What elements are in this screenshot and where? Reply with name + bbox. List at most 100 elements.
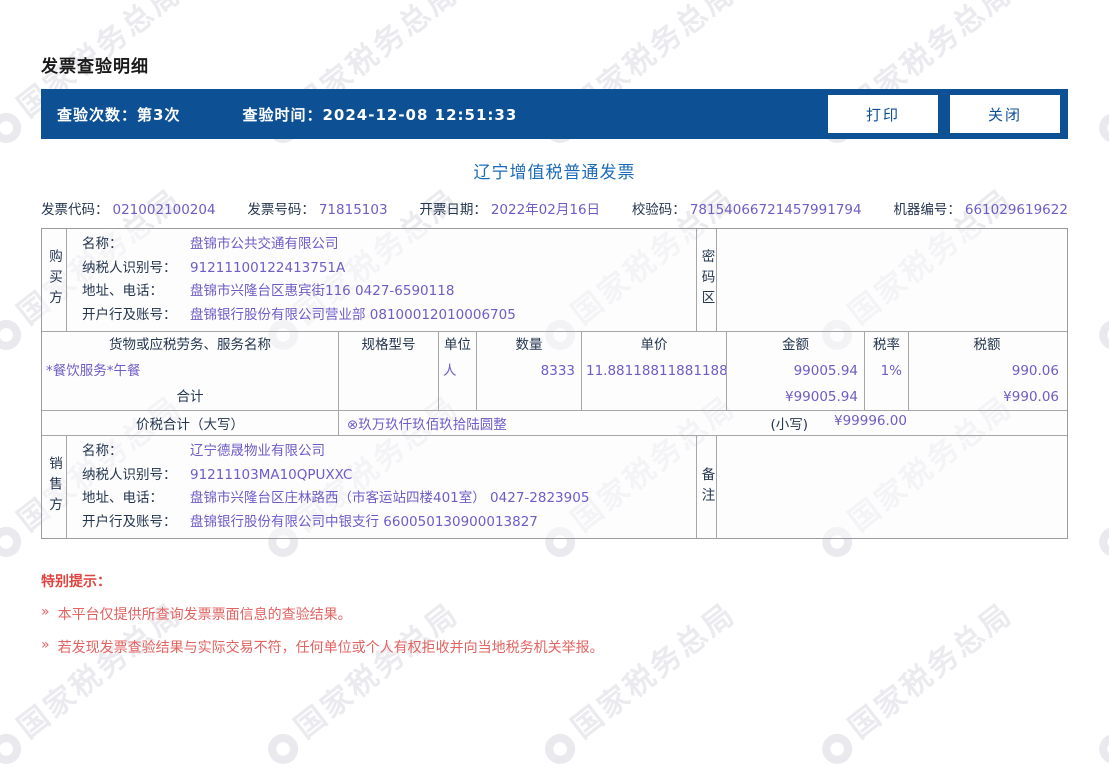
tax-bureau-emblem-icon: [262, 727, 305, 770]
invoice-meta-row: 发票代码： 021002100204 发票号码： 71815103 开票日期： 202…: [41, 198, 1068, 218]
sum-words: ⊗玖万玖仟玖佰玖拾陆圆整: [347, 417, 507, 433]
seller-address-label: 地址、电话：: [82, 490, 163, 506]
password-side-strip: 密码区: [697, 229, 717, 331]
buyer-taxid-value: 91211100122413751A: [190, 259, 346, 276]
goods-header-row: 货物或应税劳务、服务名称 规格型号 单位 数量 单价 金额 税率 税额: [42, 332, 1067, 358]
invoice-date-label: 开票日期：: [419, 202, 487, 218]
notice-title: 特别提示：: [41, 574, 111, 590]
notice-section: 特别提示： » 本平台仅提供所查询发票票面信息的查验结果。 » 若发现发票查验结…: [41, 571, 1068, 657]
remark-label: 备注: [698, 466, 715, 508]
invoice-number-value: 71815103: [318, 202, 388, 218]
check-code-label: 校验码：: [631, 202, 686, 218]
check-code: 校验码： 78154066721457991794: [632, 198, 862, 218]
close-button[interactable]: 关闭: [950, 95, 1060, 133]
buyer-name-label: 名称：: [82, 236, 123, 252]
buyer-taxid-line: 纳税人识别号： 91211100122413751A: [82, 257, 696, 281]
invoice-date: 开票日期： 2022年02月16日: [419, 198, 600, 218]
notice-bullet-icon: »: [41, 604, 50, 620]
buyer-side-label: 购买方: [46, 249, 62, 311]
buyer-bank-value: 盘锦银行股份有限公司营业部 08100012010006705: [190, 306, 516, 323]
seller-name-line: 名称： 辽宁德晟物业有限公司: [82, 440, 696, 464]
sum-small: (小写) ¥99996.00: [770, 413, 907, 433]
col-header-unit: 单位: [439, 332, 477, 358]
seller-taxid-line: 纳税人识别号： 91211103MA10QPUXXC: [82, 464, 696, 488]
invoice-code-label: 发票代码：: [41, 202, 109, 218]
notice-item-text: 若发现发票查验结果与实际交易不符，任何单位或个人有权拒收并向当地税务机关举报。: [57, 640, 604, 656]
invoice-date-value: 2022年02月16日: [490, 202, 601, 218]
invoice-code: 发票代码： 021002100204: [41, 198, 216, 218]
check-time: 查验时间：2024-12-08 12:51:33: [242, 104, 517, 125]
seller-bank-label: 开户行及账号：: [82, 513, 177, 530]
check-time-value: 2024-12-08 12:51:33: [322, 105, 518, 124]
col-header-name: 货物或应税劳务、服务名称: [42, 332, 339, 358]
total-label: 合计: [42, 384, 339, 410]
check-code-value: 78154066721457991794: [689, 202, 862, 218]
invoice-verification-page: 发票查验明细 查验次数：第3次 查验时间：2024-12-08 12:51:33…: [0, 52, 1109, 657]
seller-bank-value: 盘锦银行股份有限公司中银支行 660050130900013827: [190, 513, 538, 530]
total-unit-empty: [439, 384, 477, 410]
buyer-info: 名称： 盘锦市公共交通有限公司 纳税人识别号： 9121110012241375…: [67, 229, 697, 331]
goods-total-row: 合计 ¥99005.94 ¥990.06: [42, 384, 1067, 410]
notice-item-2: » 若发现发票查验结果与实际交易不符，任何单位或个人有权拒收并向当地税务机关举报…: [41, 637, 1068, 657]
seller-taxid-label: 纳税人识别号：: [82, 466, 177, 483]
total-price-empty: [582, 384, 727, 410]
sum-small-value: ¥99996.00: [833, 413, 907, 429]
tax-bureau-emblem-icon: [539, 727, 582, 770]
notice-bullet-icon: »: [41, 637, 50, 653]
col-header-spec: 规格型号: [339, 332, 439, 358]
toolbar: 查验次数：第3次 查验时间：2024-12-08 12:51:33 打印 关闭: [41, 89, 1068, 139]
total-qty-empty: [477, 384, 582, 410]
item-spec: [339, 358, 439, 384]
tax-bureau-emblem-icon: [0, 727, 28, 770]
total-amount: ¥99005.94: [727, 384, 865, 410]
buyer-address-label: 地址、电话：: [82, 283, 163, 299]
buyer-address-value: 盘锦市兴隆台区惠宾街116 0427-6590118: [190, 283, 455, 299]
notice-item-text: 本平台仅提供所查询发票票面信息的查验结果。: [57, 607, 352, 623]
password-area: [717, 229, 1067, 331]
item-qty: 8333: [477, 358, 582, 384]
col-header-taxrate: 税率: [865, 332, 909, 358]
password-area-label: 密码区: [698, 249, 715, 311]
sum-label: 价税合计（大写）: [42, 411, 339, 435]
tax-bureau-emblem-icon: [1093, 727, 1109, 770]
remark-side-strip: 备注: [697, 436, 717, 538]
total-spec-empty: [339, 384, 439, 410]
seller-section: 销售方 名称： 辽宁德晟物业有限公司 纳税人识别号： 91211103MA10Q…: [42, 435, 1067, 538]
page-title: 发票查验明细: [41, 57, 149, 77]
total-taxrate-empty: [865, 384, 909, 410]
buyer-name-line: 名称： 盘锦市公共交通有限公司: [82, 233, 696, 257]
check-count-label: 查验次数：: [57, 105, 138, 124]
col-header-qty: 数量: [477, 332, 582, 358]
col-header-amount: 金额: [727, 332, 865, 358]
seller-address-value: 盘锦市兴隆台区庄林路西（市客运站四楼401室） 0427-2823905: [190, 490, 590, 506]
item-amount: 99005.94: [727, 358, 865, 384]
invoice-number: 发票号码： 71815103: [247, 198, 387, 218]
buyer-bank-line: 开户行及账号： 盘锦银行股份有限公司营业部 08100012010006705: [82, 304, 696, 328]
seller-address-line: 地址、电话： 盘锦市兴隆台区庄林路西（市客运站四楼401室） 0427-2823…: [82, 487, 696, 511]
col-header-tax: 税额: [973, 337, 1001, 353]
machine-number: 机器编号： 661029619622: [893, 198, 1068, 218]
check-count-value: 第3次: [137, 105, 181, 124]
sum-small-label: (小写): [770, 417, 808, 433]
item-tax: 990.06: [1011, 363, 1059, 379]
seller-info: 名称： 辽宁德晟物业有限公司 纳税人识别号： 91211103MA10QPUXX…: [67, 436, 697, 538]
buyer-bank-label: 开户行及账号：: [82, 306, 177, 323]
seller-name-value: 辽宁德晟物业有限公司: [190, 443, 325, 459]
item-name: *餐饮服务*午餐: [42, 358, 339, 384]
check-time-label: 查验时间：: [242, 105, 323, 124]
print-button[interactable]: 打印: [828, 95, 938, 133]
invoice-table: 购买方 名称： 盘锦市公共交通有限公司 纳税人识别号： 912111001224…: [41, 228, 1068, 539]
seller-bank-line: 开户行及账号： 盘锦银行股份有限公司中银支行 66005013090001382…: [82, 511, 696, 535]
seller-taxid-value: 91211103MA10QPUXXC: [190, 466, 353, 483]
machine-number-label: 机器编号：: [893, 202, 961, 218]
seller-side-label: 销售方: [46, 456, 62, 518]
goods-section: 货物或应税劳务、服务名称 规格型号 单位 数量 单价 金额 税率 税额 *餐饮服…: [42, 331, 1067, 410]
notice-item-1: » 本平台仅提供所查询发票票面信息的查验结果。: [41, 604, 1068, 624]
buyer-taxid-label: 纳税人识别号：: [82, 259, 177, 276]
item-unit: 人: [439, 358, 477, 384]
item-taxrate: 1%: [865, 358, 909, 384]
check-count: 查验次数：第3次: [57, 104, 180, 125]
seller-side-strip: 销售方: [42, 436, 67, 538]
buyer-name-value: 盘锦市公共交通有限公司: [190, 236, 339, 252]
total-tax: ¥990.06: [1003, 389, 1059, 405]
